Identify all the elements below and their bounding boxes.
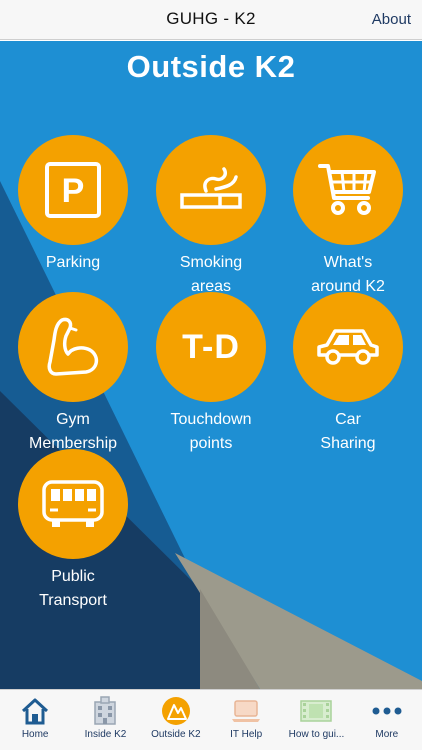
tab-more[interactable]: More (352, 690, 422, 750)
parking-button[interactable]: P (18, 135, 128, 245)
tab-inside-k2-label: Inside K2 (84, 729, 127, 740)
flexed-arm-icon (47, 317, 99, 376)
more-dots-icon (372, 707, 402, 715)
film-icon (300, 700, 333, 722)
tab-home-label: Home (21, 729, 49, 740)
smoking-areas-button[interactable] (156, 135, 266, 245)
tab-outside-k2[interactable]: Outside K2 (141, 690, 211, 750)
parking-icon: P (45, 162, 101, 218)
public-transport-tile[interactable]: Public Transport (3, 449, 143, 613)
laptop-icon (232, 700, 261, 722)
shopping-cart-icon (318, 164, 376, 215)
tab-inside-k2[interactable]: Inside K2 (70, 690, 140, 750)
touchdown-points-label: Touchdown points (170, 411, 252, 452)
parking-tile[interactable]: P Parking (3, 135, 143, 275)
tab-bar: Home Inside K2 Outside K2 IT Help How to… (0, 689, 422, 750)
page-title: Outside K2 (126, 49, 296, 84)
outside-k2-icon (161, 697, 190, 725)
car-sharing-label: Car Sharing (320, 411, 376, 452)
home-icon (22, 698, 49, 725)
whats-around-tile[interactable]: What's around K2 (278, 135, 418, 299)
whats-around-button[interactable] (293, 135, 403, 245)
about-button[interactable]: About (372, 11, 411, 28)
car-sharing-tile[interactable]: Car Sharing (278, 292, 418, 456)
public-transport-button[interactable] (18, 449, 128, 559)
app-title: GUHG - K2 (166, 9, 256, 28)
building-icon (94, 696, 117, 725)
tab-it-help[interactable]: IT Help (211, 690, 281, 750)
tab-how-to-guides-label: How to gui... (288, 729, 345, 740)
gym-membership-button[interactable] (18, 292, 128, 402)
content-area: Outside K2 P Parking Smoking areas What'… (0, 41, 422, 689)
tab-home[interactable]: Home (0, 690, 70, 750)
tab-more-label: More (375, 729, 399, 740)
touchdown-points-button[interactable]: T-D (156, 292, 266, 402)
tab-how-to-guides[interactable]: How to gui... (281, 690, 351, 750)
car-sharing-button[interactable] (293, 292, 403, 402)
navigation-bar: GUHG - K2 About (0, 0, 422, 40)
tab-outside-k2-label: Outside K2 (151, 729, 201, 740)
parking-glyph: P (62, 172, 85, 210)
car-icon (317, 329, 379, 365)
gym-membership-tile[interactable]: Gym Membership (3, 292, 143, 456)
touchdown-icon: T-D (182, 327, 240, 366)
cigarette-icon (180, 167, 242, 209)
touchdown-points-tile[interactable]: T-D Touchdown points (141, 292, 281, 456)
public-transport-label: Public Transport (39, 568, 107, 609)
smoking-areas-tile[interactable]: Smoking areas (141, 135, 281, 299)
tab-it-help-label: IT Help (230, 729, 263, 740)
bus-icon (42, 480, 104, 527)
parking-label: Parking (45, 254, 101, 271)
